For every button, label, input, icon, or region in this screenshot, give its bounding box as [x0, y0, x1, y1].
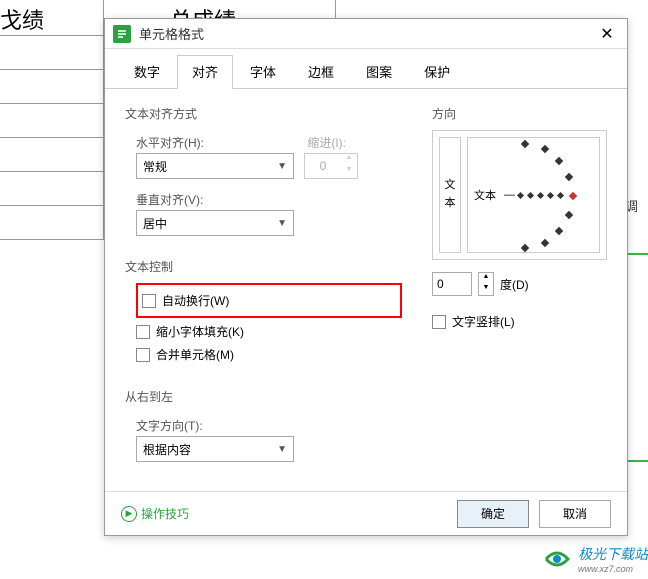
dialog-tabs: 数字 对齐 字体 边框 图案 保护 [105, 49, 627, 89]
vertical-text-checkbox[interactable]: 文字竖排(L) [432, 310, 607, 333]
watermark: 极光下载站 www.xz7.com [540, 542, 648, 576]
text-dir-label: 文字方向(T): [136, 417, 203, 434]
degree-spinner[interactable]: ▲ ▼ [478, 272, 494, 296]
vertical-text-button[interactable]: 文 本 [439, 137, 461, 253]
dialog-titlebar: 单元格格式 ✕ [105, 19, 627, 49]
wrap-text-checkbox[interactable]: 自动换行(W) [142, 289, 396, 312]
merge-cells-checkbox[interactable]: 合并单元格(M) [136, 343, 402, 366]
close-button[interactable]: ✕ [595, 22, 619, 46]
ok-button[interactable]: 确定 [457, 500, 529, 528]
cell-format-dialog: 单元格格式 ✕ 数字 对齐 字体 边框 图案 保护 文本对齐方式 水平对齐(H)… [104, 18, 628, 536]
shrink-fit-checkbox[interactable]: 缩小字体填充(K) [136, 320, 402, 343]
cancel-button[interactable]: 取消 [539, 500, 611, 528]
tab-number[interactable]: 数字 [119, 55, 175, 88]
v-align-label: 垂直对齐(V): [136, 191, 203, 208]
tab-border[interactable]: 边框 [293, 55, 349, 88]
dropdown-icon: ▼ [277, 444, 287, 455]
h-align-select[interactable]: 常规 ▼ [136, 153, 294, 179]
watermark-icon [540, 542, 574, 576]
tips-link[interactable]: ▶ 操作技巧 [121, 505, 189, 522]
dialog-title: 单元格格式 [139, 24, 595, 43]
orientation-box: 文 本 文本 — [432, 130, 607, 260]
group-rtl: 从右到左 [125, 382, 402, 409]
group-text-control: 文本控制 [125, 252, 402, 279]
group-text-alignment: 文本对齐方式 [125, 99, 402, 126]
v-align-select[interactable]: 居中 ▼ [136, 210, 294, 236]
tab-pattern[interactable]: 图案 [351, 55, 407, 88]
degree-label: 度(D) [500, 276, 529, 293]
text-dir-select[interactable]: 根据内容 ▼ [136, 436, 294, 462]
indent-spinner[interactable]: ▲ ▼ [304, 153, 358, 179]
degree-up[interactable]: ▲ [479, 273, 493, 284]
degree-input[interactable] [432, 272, 472, 296]
group-direction: 方向 [432, 99, 607, 126]
tab-font[interactable]: 字体 [235, 55, 291, 88]
indent-down[interactable]: ▼ [341, 166, 357, 178]
tab-alignment[interactable]: 对齐 [177, 55, 233, 89]
degree-down[interactable]: ▼ [479, 284, 493, 295]
indent-up[interactable]: ▲ [341, 154, 357, 166]
play-icon: ▶ [121, 506, 137, 522]
tab-protection[interactable]: 保护 [409, 55, 465, 88]
angle-dial[interactable]: 文本 — [467, 137, 600, 253]
indent-label: 缩进(I): [307, 134, 346, 151]
dropdown-icon: ▼ [277, 218, 287, 229]
dropdown-icon: ▼ [277, 161, 287, 172]
app-icon [113, 25, 131, 43]
h-align-label: 水平对齐(H): [136, 134, 204, 151]
